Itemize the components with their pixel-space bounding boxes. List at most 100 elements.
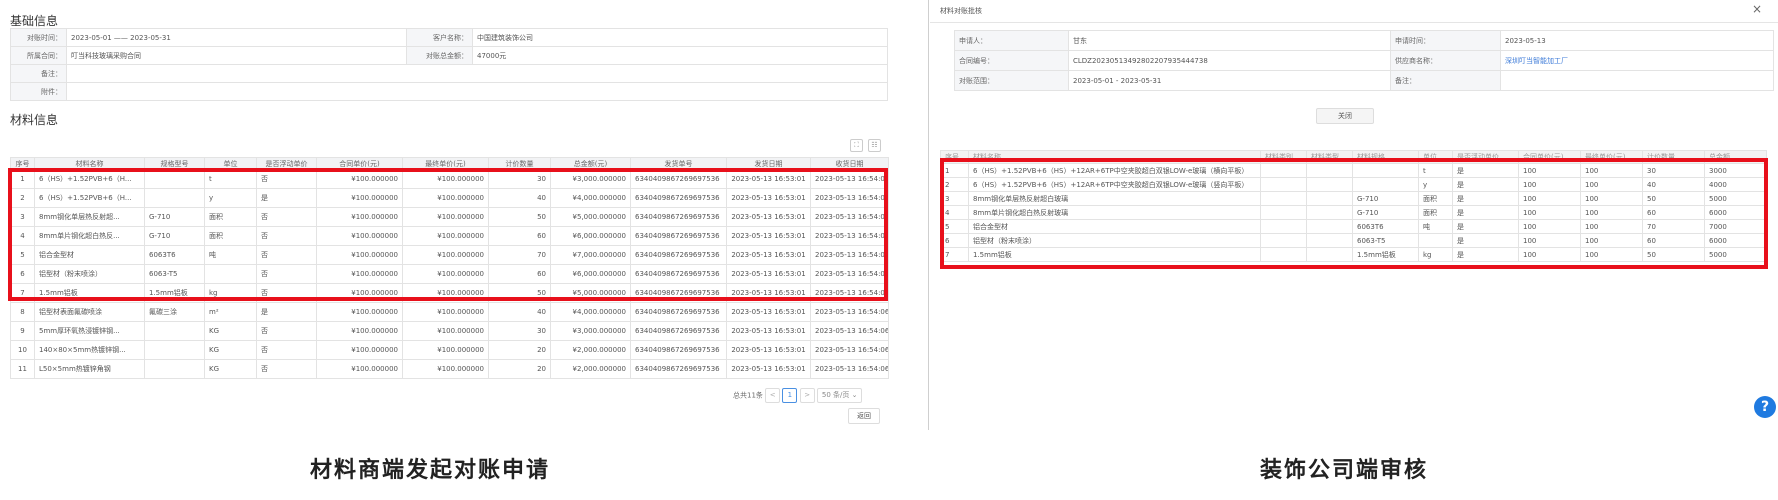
table-cell: 2023-05-13 16:54:06 xyxy=(810,340,889,360)
period-label: 对账时间： xyxy=(10,28,67,47)
material-info-title: 材料信息 xyxy=(10,113,59,127)
table-cell: 40 xyxy=(488,302,551,322)
table-cell: 2023-05-13 16:53:01 xyxy=(726,302,811,322)
applicant-label: 申请人： xyxy=(954,30,1069,51)
customer-value: 中国建筑装饰公司 xyxy=(472,28,888,47)
table-cell: 9 xyxy=(10,321,35,341)
table-cell: 6340409867269697536 xyxy=(630,302,727,322)
table-cell: ¥100.000000 xyxy=(402,321,489,341)
column-settings-icon[interactable]: ☷ xyxy=(868,139,881,152)
page-size-value: 50 条/页 xyxy=(821,391,850,399)
page-size-select[interactable]: 50 条/页 ⌄ xyxy=(816,388,863,403)
caption-supplier: 材料商端发起对账申请 xyxy=(310,458,551,483)
prev-page-button[interactable]: < xyxy=(765,388,781,403)
remark-label: 备注： xyxy=(10,64,67,83)
table-cell: ¥100.000000 xyxy=(316,321,403,341)
table-cell xyxy=(144,359,205,379)
next-page-button[interactable]: > xyxy=(799,388,815,403)
attachment-label: 附件： xyxy=(10,82,67,101)
basic-info-table: 对账时间： 2023-05-01 —— 2023-05-31 客户名称： 中国建… xyxy=(10,28,888,101)
range-value: 2023-05-01 - 2023-05-31 xyxy=(1068,70,1391,91)
table-cell: 氟碳三涂 xyxy=(144,302,205,322)
close-button[interactable]: 关闭 xyxy=(1316,108,1374,124)
table-cell: 2023-05-13 16:54:06 xyxy=(810,359,889,379)
table-cell xyxy=(144,321,205,341)
table-cell: 8 xyxy=(10,302,35,322)
table-cell: KG xyxy=(204,340,257,360)
table-cell: ¥100.000000 xyxy=(402,359,489,379)
pagination: 总共11条 < 1 > 50 条/页 ⌄ xyxy=(733,388,863,403)
help-icon[interactable]: ? xyxy=(1754,396,1776,418)
table-cell: 2023-05-13 16:54:06 xyxy=(810,321,889,341)
table-row: 11 L50×5mm热镀锌角钢 KG 否 ¥100.000000 ¥100.000000 2… xyxy=(10,359,889,379)
total-label: 对账总金额： xyxy=(406,46,473,65)
fullscreen-icon[interactable]: ⛶ xyxy=(850,139,863,152)
table-cell: 2023-05-13 16:53:01 xyxy=(726,340,811,360)
dialog-title: 材料对账批核 xyxy=(940,7,982,15)
table-cell: L50×5mm热镀锌角钢 xyxy=(34,359,145,379)
table-cell: 2023-05-13 16:54:06 xyxy=(810,302,889,322)
highlight-box-supplier xyxy=(8,168,888,301)
table-cell: ¥2,000.000000 xyxy=(550,340,631,360)
highlight-box-decorator xyxy=(940,158,1768,269)
contract-value: 叮当科技玻璃采购合同 xyxy=(66,46,407,65)
review-dialog: 材料对账批核 × 申请人： 甘东 申请时间： 2023-05-13 合同编号： … xyxy=(930,0,1778,430)
apply-time-label: 申请时间： xyxy=(1390,30,1501,51)
supplier-panel: 基础信息 对账时间： 2023-05-01 —— 2023-05-31 客户名称… xyxy=(0,0,890,430)
contract-no-value: CLDZ20230513492802207935444738 xyxy=(1068,50,1391,71)
table-row: 8 铝型材表面氟碳喷涂 氟碳三涂 m² 是 ¥100.000000 ¥100.000000 4… xyxy=(10,302,889,322)
contract-no-label: 合同编号： xyxy=(954,50,1069,71)
table-cell: 铝型材表面氟碳喷涂 xyxy=(34,302,145,322)
caption-decorator: 装饰公司端审核 xyxy=(1260,458,1429,483)
table-cell: 10 xyxy=(10,340,35,360)
total-count: 总共11条 xyxy=(733,391,763,400)
table-row: 10 140×80×5mm热镀锌钢... KG 否 ¥100.000000 ¥100.00… xyxy=(10,340,889,360)
table-cell: m² xyxy=(204,302,257,322)
attachment-value[interactable] xyxy=(66,82,888,101)
table-cell: ¥100.000000 xyxy=(316,340,403,360)
table-cell: ¥4,000.000000 xyxy=(550,302,631,322)
review-remark-label: 备注： xyxy=(1390,70,1501,91)
review-info-table: 申请人： 甘东 申请时间： 2023-05-13 合同编号： CLDZ20230… xyxy=(954,30,1774,91)
table-cell: 是 xyxy=(256,302,317,322)
table-cell: 2023-05-13 16:53:01 xyxy=(726,359,811,379)
close-icon[interactable]: × xyxy=(1752,2,1762,16)
applicant-value: 甘东 xyxy=(1068,30,1391,51)
table-cell: 20 xyxy=(488,340,551,360)
table-cell: KG xyxy=(204,321,257,341)
table-cell: 6340409867269697536 xyxy=(630,340,727,360)
range-label: 对账范围： xyxy=(954,70,1069,91)
table-cell: ¥2,000.000000 xyxy=(550,359,631,379)
supplier-name-label: 供应商名称： xyxy=(1390,50,1501,71)
total-value: 47000元 xyxy=(472,46,888,65)
chevron-down-icon: ⌄ xyxy=(851,391,858,399)
table-cell: ¥100.000000 xyxy=(402,340,489,360)
apply-time-value: 2023-05-13 xyxy=(1500,30,1774,51)
table-row: 9 5mm厚环氧热浸镀锌钢... KG 否 ¥100.000000 ¥100.000000… xyxy=(10,321,889,341)
customer-label: 客户名称： xyxy=(406,28,473,47)
table-cell xyxy=(144,340,205,360)
table-cell: ¥3,000.000000 xyxy=(550,321,631,341)
contract-label: 所属合同： xyxy=(10,46,67,65)
page-1-button[interactable]: 1 xyxy=(782,388,798,403)
supplier-name-link[interactable]: 深圳叮当智能加工厂 xyxy=(1500,50,1774,71)
review-remark-value xyxy=(1500,70,1774,91)
table-cell: 11 xyxy=(10,359,35,379)
table-cell: 6340409867269697536 xyxy=(630,359,727,379)
table-cell: ¥100.000000 xyxy=(402,302,489,322)
table-cell: 140×80×5mm热镀锌钢... xyxy=(34,340,145,360)
table-cell: 5mm厚环氧热浸镀锌钢... xyxy=(34,321,145,341)
back-button[interactable]: 返回 xyxy=(848,408,880,424)
dialog-header-divider xyxy=(930,22,1778,23)
table-cell: KG xyxy=(204,359,257,379)
table-cell: ¥100.000000 xyxy=(316,302,403,322)
table-cell: 否 xyxy=(256,321,317,341)
table-cell: 否 xyxy=(256,359,317,379)
table-cell: 20 xyxy=(488,359,551,379)
table-cell: 否 xyxy=(256,340,317,360)
remark-value xyxy=(66,64,888,83)
basic-info-title: 基础信息 xyxy=(10,14,59,28)
table-cell: 30 xyxy=(488,321,551,341)
period-value: 2023-05-01 —— 2023-05-31 xyxy=(66,28,407,47)
table-cell: ¥100.000000 xyxy=(316,359,403,379)
